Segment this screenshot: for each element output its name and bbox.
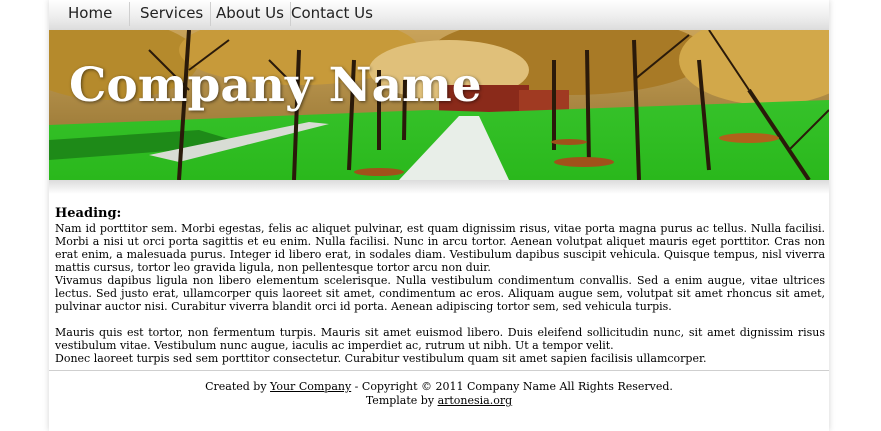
footer-template-line: Template by artonesia.org [49, 394, 829, 408]
nav-bar: Home Services About Us Contact Us [49, 0, 829, 31]
footer-divider [49, 370, 829, 371]
nav-separator [129, 2, 130, 26]
nav-item-contact-us[interactable]: Contact Us [291, 0, 373, 28]
content-heading: Heading: [55, 206, 122, 221]
page-container: Home Services About Us Contact Us Compan… [49, 0, 829, 431]
paragraph: Vivamus dapibus ligula non libero elemen… [55, 274, 825, 313]
nav-item-home[interactable]: Home [68, 0, 112, 28]
nav-item-services[interactable]: Services [140, 0, 203, 28]
header-banner-image: Company Name [49, 30, 829, 180]
footer-copyright-text: - Copyright © 2011 Company Name All Righ… [351, 380, 673, 393]
site-title: Company Name [69, 58, 482, 113]
nav-separator [210, 2, 211, 26]
footer-copyright-line: Created by Your Company - Copyright © 20… [49, 380, 829, 394]
paragraph: Nam id porttitor sem. Morbi egestas, fel… [55, 222, 825, 274]
footer-template-label: Template by [365, 394, 438, 407]
banner-shadow [49, 180, 829, 194]
main-content: Heading: Nam id porttitor sem. Morbi ege… [55, 206, 825, 365]
paragraph: Mauris quis est tortor, non fermentum tu… [55, 326, 825, 352]
footer-company-link[interactable]: Your Company [270, 380, 351, 393]
footer: Created by Your Company - Copyright © 20… [49, 380, 829, 408]
nav-item-about-us[interactable]: About Us [216, 0, 284, 28]
paragraph: Donec laoreet turpis sed sem porttitor c… [55, 352, 707, 365]
footer-template-link[interactable]: artonesia.org [438, 394, 513, 407]
footer-created-by-label: Created by [205, 380, 271, 393]
